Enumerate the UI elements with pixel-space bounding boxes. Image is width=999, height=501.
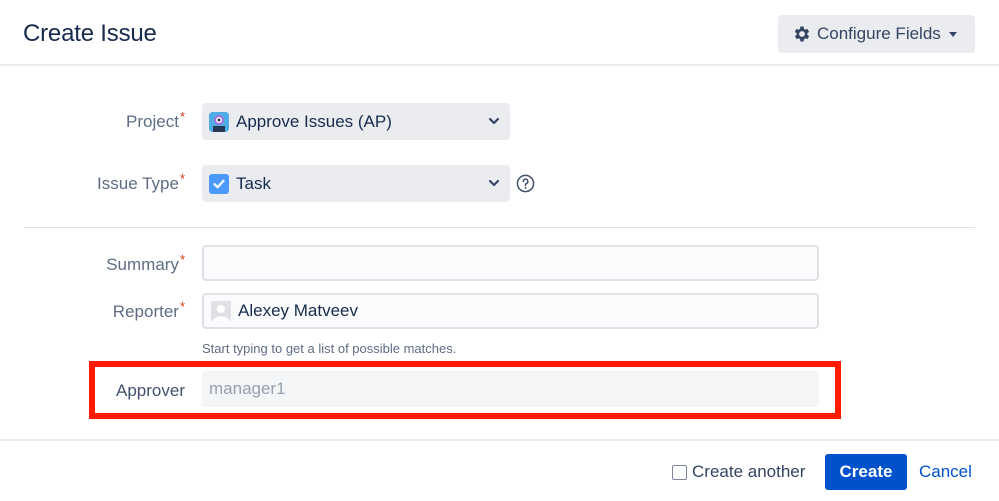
footer-divider	[0, 439, 999, 441]
project-label: Project*	[126, 109, 185, 131]
configure-fields-label: Configure Fields	[817, 24, 941, 43]
reporter-value: Alexey Matveev	[238, 301, 358, 320]
reporter-input[interactable]: Alexey Matveev	[202, 293, 819, 329]
issue-type-value: Task	[236, 173, 271, 193]
help-icon[interactable]	[516, 174, 535, 193]
cancel-link[interactable]: Cancel	[919, 462, 972, 482]
create-another-checkbox[interactable]	[672, 464, 687, 480]
dialog-title: Create Issue	[23, 20, 157, 47]
project-avatar-icon	[209, 111, 229, 132]
dialog-header: Create Issue Configure Fields	[0, 0, 999, 66]
create-another-option[interactable]: Create another	[672, 462, 805, 482]
create-another-label: Create another	[692, 462, 806, 481]
reporter-hint: Start typing to get a list of possible m…	[202, 341, 457, 356]
task-checkbox-icon	[209, 173, 229, 194]
approver-label: Approver	[116, 381, 185, 400]
gear-icon	[794, 26, 810, 42]
chevron-down-icon	[488, 179, 500, 187]
avatar	[211, 301, 231, 321]
approver-input[interactable]: manager1	[202, 371, 819, 407]
required-asterisk: *	[179, 252, 185, 267]
project-select[interactable]: Approve Issues (AP)	[202, 103, 510, 140]
required-asterisk: *	[179, 109, 185, 124]
create-button[interactable]: Create	[825, 454, 907, 490]
required-asterisk: *	[179, 171, 185, 186]
project-value: Approve Issues (AP)	[236, 111, 392, 131]
chevron-down-icon	[488, 117, 500, 125]
caret-down-icon	[948, 31, 957, 37]
configure-fields-button[interactable]: Configure Fields	[778, 15, 975, 53]
section-divider	[24, 227, 975, 228]
reporter-label: Reporter*	[112, 299, 185, 321]
summary-label: Summary*	[106, 252, 185, 274]
summary-input[interactable]	[202, 245, 819, 281]
issue-type-label: Issue Type*	[97, 171, 185, 193]
issue-type-select[interactable]: Task	[202, 165, 510, 202]
required-asterisk: *	[179, 299, 185, 314]
approver-placeholder: manager1	[209, 379, 286, 398]
